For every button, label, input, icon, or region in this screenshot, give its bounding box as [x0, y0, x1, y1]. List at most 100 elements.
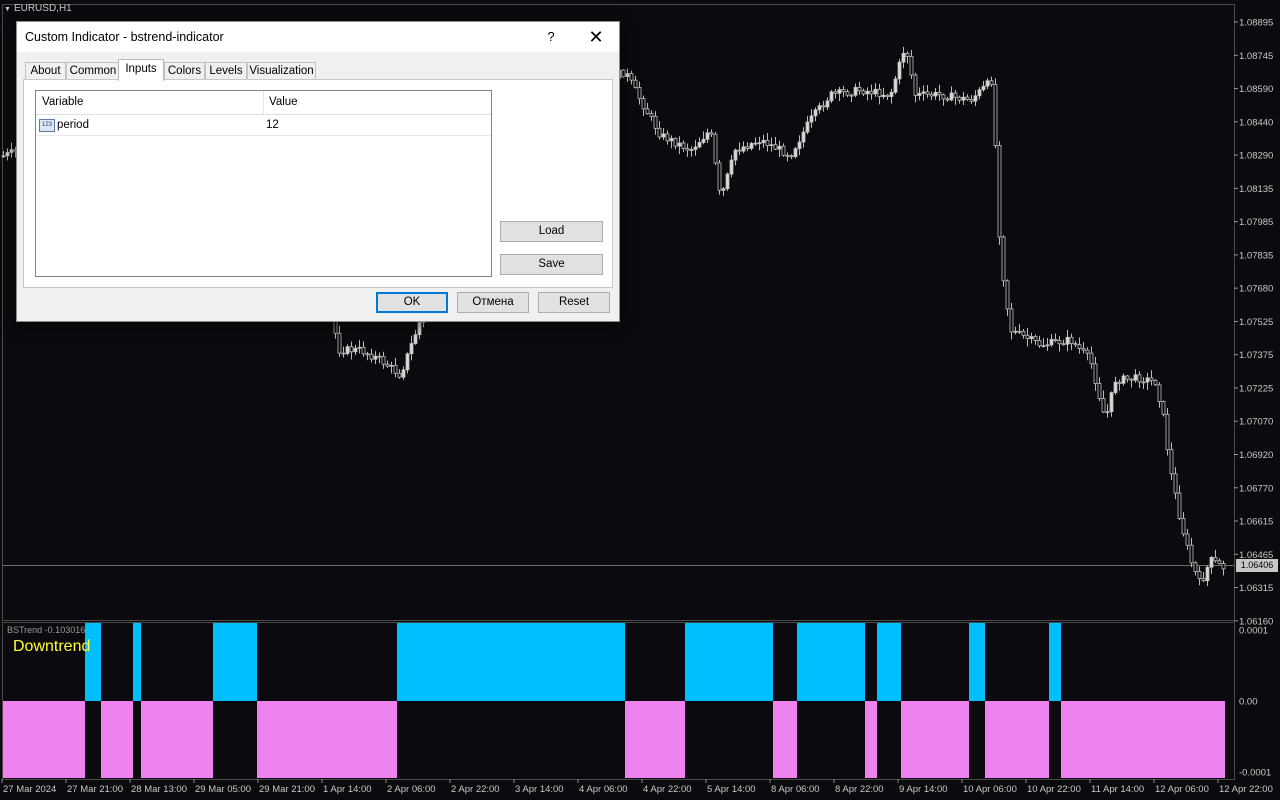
- tab-about[interactable]: About: [25, 62, 66, 80]
- custom-indicator-dialog: Custom Indicator - bstrend-indicator ? ✕…: [16, 21, 620, 322]
- candle-body: [1141, 381, 1146, 384]
- tab-inputs[interactable]: Inputs: [118, 59, 164, 81]
- time-label: 4 Apr 22:00: [643, 784, 692, 795]
- candle-body: [1089, 352, 1094, 365]
- candle-body: [1101, 398, 1106, 413]
- candle-body: [857, 86, 862, 92]
- candle-body: [877, 88, 882, 98]
- candle-body: [657, 127, 662, 138]
- candle-body: [845, 91, 850, 96]
- time-label: 27 Mar 2024: [3, 784, 56, 795]
- candle-body: [637, 87, 642, 100]
- price-label: 1.06315: [1239, 583, 1273, 594]
- uptrend-bar: [877, 623, 901, 701]
- candle-body: [1173, 473, 1178, 494]
- table-header: Variable Value: [36, 91, 491, 115]
- candle-body: [965, 96, 970, 100]
- candle-body: [869, 90, 874, 95]
- candle-body: [1169, 449, 1174, 475]
- candle-body: [373, 355, 378, 360]
- candle-body: [729, 159, 734, 175]
- inputs-table[interactable]: Variable Value 123 period 12: [35, 90, 492, 277]
- candle-body: [1113, 381, 1118, 393]
- indicator-name: BSTrend -0.103016: [7, 625, 86, 635]
- candle-body: [781, 145, 786, 156]
- time-label: 1 Apr 14:00: [323, 784, 372, 795]
- uptrend-bar: [969, 623, 985, 701]
- candle-body: [769, 144, 774, 147]
- candle-body: [1117, 381, 1122, 384]
- candle-body: [1057, 340, 1062, 345]
- candle-body: [353, 347, 358, 353]
- candle-body: [1213, 557, 1218, 562]
- indicator-scale-label: 0.00: [1239, 697, 1258, 708]
- tab-levels[interactable]: Levels: [205, 62, 247, 80]
- candle-body: [1129, 378, 1134, 381]
- table-row[interactable]: 123 period 12: [36, 115, 491, 136]
- candle-body: [1085, 349, 1090, 354]
- price-label: 1.07985: [1239, 217, 1273, 228]
- ok-button[interactable]: OK: [376, 292, 448, 313]
- help-button[interactable]: ?: [539, 26, 563, 48]
- load-button[interactable]: Load: [500, 221, 603, 242]
- time-label: 4 Apr 06:00: [579, 784, 628, 795]
- candle-body: [697, 142, 702, 148]
- tab-common[interactable]: Common: [66, 62, 120, 80]
- tab-colors[interactable]: Colors: [164, 62, 205, 80]
- tab-visualization[interactable]: Visualization: [247, 62, 316, 80]
- candle-body: [1189, 544, 1194, 564]
- cancel-button[interactable]: Отмена: [457, 292, 529, 313]
- inputs-panel: Variable Value 123 period 12 Load Save: [23, 79, 613, 288]
- candle-body: [801, 131, 806, 143]
- price-label: 1.08290: [1239, 151, 1273, 162]
- indicator-scale-label: -0.0001: [1239, 768, 1271, 779]
- close-icon[interactable]: ✕: [583, 26, 609, 48]
- candle-body: [985, 80, 990, 87]
- variable-value[interactable]: 12: [266, 119, 279, 131]
- candle-body: [1125, 375, 1130, 380]
- candle-body: [661, 133, 666, 138]
- candle-body: [753, 142, 758, 145]
- candle-body: [733, 149, 738, 161]
- candle-body: [1093, 363, 1098, 384]
- candle-body: [349, 346, 354, 353]
- candle-body: [945, 98, 950, 101]
- save-button[interactable]: Save: [500, 254, 603, 275]
- column-header-value[interactable]: Value: [269, 96, 298, 108]
- candle-body: [1165, 413, 1170, 451]
- candle-body: [981, 85, 986, 91]
- candle-body: [949, 92, 954, 101]
- candle-body: [1081, 348, 1086, 351]
- candle-body: [873, 88, 878, 95]
- candle-body: [1201, 578, 1206, 582]
- column-divider[interactable]: [263, 91, 264, 114]
- candle-body: [841, 89, 846, 93]
- candle-body: [777, 145, 782, 150]
- dialog-titlebar[interactable]: Custom Indicator - bstrend-indicator ? ✕: [17, 22, 619, 52]
- reset-button[interactable]: Reset: [538, 292, 610, 313]
- downtrend-bar: [773, 701, 797, 778]
- candle-body: [1217, 560, 1222, 564]
- candle-body: [825, 100, 830, 108]
- candle-body: [913, 74, 918, 96]
- candle-body: [685, 148, 690, 151]
- candle-body: [973, 95, 978, 102]
- candle-body: [921, 91, 926, 94]
- downtrend-bar: [985, 701, 1049, 778]
- uptrend-bar: [797, 623, 865, 701]
- candle-body: [413, 334, 418, 344]
- candle-body: [821, 105, 826, 108]
- candle-body: [345, 346, 350, 354]
- candle-body: [761, 139, 766, 144]
- column-header-variable[interactable]: Variable: [42, 96, 83, 108]
- candle-body: [1025, 334, 1030, 340]
- candle-body: [749, 143, 754, 149]
- candle-body: [681, 142, 686, 149]
- candle-body: [1181, 517, 1186, 535]
- time-label: 3 Apr 14:00: [515, 784, 564, 795]
- symbol-label[interactable]: ▼ EURUSD,H1: [4, 3, 72, 14]
- candle-body: [997, 145, 1002, 238]
- price-label: 1.06770: [1239, 483, 1273, 494]
- candle-body: [817, 105, 822, 111]
- candle-body: [9, 149, 14, 153]
